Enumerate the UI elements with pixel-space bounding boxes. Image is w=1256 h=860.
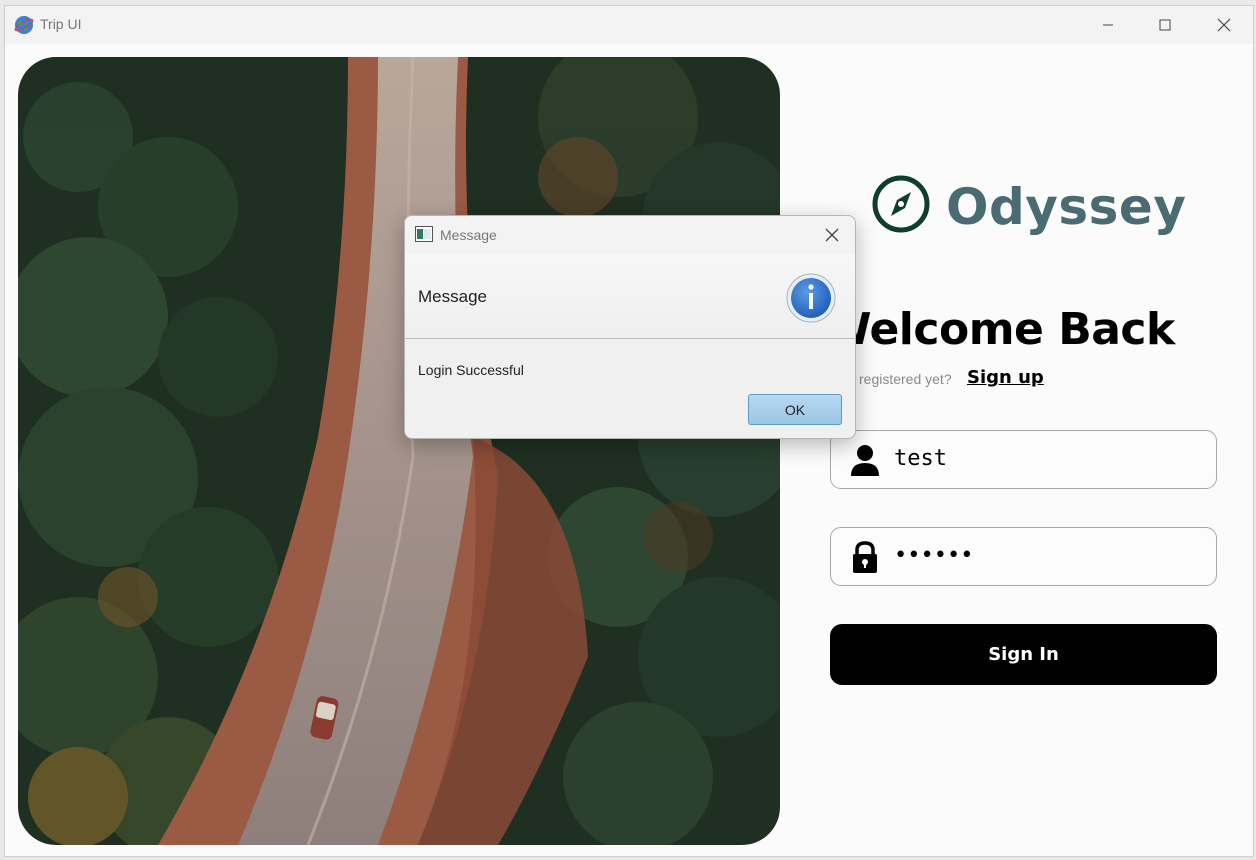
minimize-icon — [1103, 24, 1113, 26]
dialog-title-bar: Message — [405, 216, 855, 254]
welcome-heading: Welcome Back — [823, 304, 1175, 355]
compass-icon — [872, 175, 930, 233]
maximize-button[interactable] — [1136, 6, 1194, 44]
message-dialog: Message Message Login Successful OK — [404, 215, 856, 439]
app-window: Trip UI Odyssey Welcome Back registered … — [4, 5, 1254, 857]
username-value[interactable]: test — [894, 446, 947, 471]
signup-link[interactable]: Sign up — [967, 367, 1044, 388]
sign-in-button[interactable]: Sign In — [830, 624, 1217, 685]
dialog-title: Message — [440, 227, 497, 243]
maximize-icon — [1159, 19, 1171, 31]
dialog-heading: Message — [418, 287, 487, 306]
dialog-close-icon[interactable] — [821, 224, 843, 246]
title-bar: Trip UI — [5, 6, 1253, 44]
forest-road-photo — [18, 57, 780, 845]
window-title: Trip UI — [40, 16, 82, 32]
ok-button[interactable]: OK — [748, 394, 842, 425]
close-button[interactable] — [1195, 6, 1253, 44]
brand-logo: Odyssey — [871, 174, 1186, 238]
dialog-message: Login Successful — [418, 362, 524, 378]
minimize-button[interactable] — [1079, 6, 1137, 44]
signup-prompt: registered yet? — [859, 371, 952, 387]
lock-icon — [853, 541, 877, 573]
password-value[interactable]: •••••• — [894, 543, 973, 568]
user-icon — [851, 445, 879, 476]
password-field[interactable]: •••••• — [830, 527, 1217, 586]
brand-name: Odyssey — [946, 178, 1187, 236]
username-field[interactable]: test — [830, 430, 1217, 489]
hero-image — [18, 57, 780, 845]
info-icon — [786, 273, 836, 323]
dialog-header: Message — [405, 254, 855, 339]
close-icon — [1217, 18, 1231, 32]
globe-icon — [14, 16, 34, 34]
window-icon — [415, 226, 433, 242]
